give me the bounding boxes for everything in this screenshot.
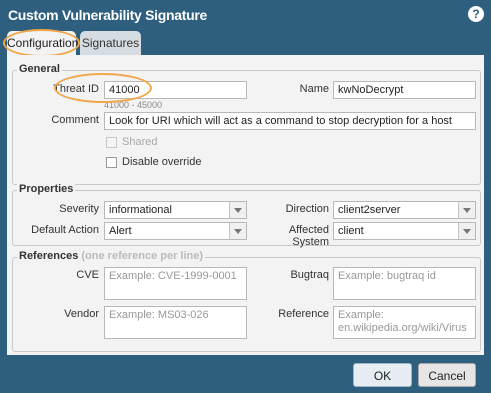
chevron-down-icon[interactable] <box>229 202 246 218</box>
vendor-textarea[interactable]: Example: MS03-026 <box>104 306 247 339</box>
reference-textarea[interactable]: Example: en.wikipedia.org/wiki/Virus <box>333 306 476 339</box>
bugtraq-label: Bugtraq <box>290 269 329 281</box>
severity-label: Severity <box>59 203 99 215</box>
help-icon[interactable]: ? <box>468 6 484 22</box>
comment-input[interactable]: Look for URI which will act as a command… <box>104 112 476 130</box>
affected-system-label: Affected System <box>288 224 329 248</box>
references-title: References (one reference per line) <box>17 250 206 262</box>
general-title: General <box>17 63 62 75</box>
title-bar: Custom Vulnerability Signature ? <box>0 0 491 30</box>
direction-value: client2server <box>338 204 401 216</box>
tab-signatures[interactable]: Signatures <box>80 31 141 55</box>
affected-system-value: client <box>338 225 364 237</box>
default-action-value: Alert <box>109 225 132 237</box>
severity-select[interactable]: informational <box>104 201 247 219</box>
direction-label: Direction <box>285 203 329 215</box>
vendor-label: Vendor <box>64 308 99 320</box>
bugtraq-textarea[interactable]: Example: bugtraq id <box>333 267 476 300</box>
ok-button[interactable]: OK <box>353 363 412 387</box>
default-action-select[interactable]: Alert <box>104 222 247 240</box>
references-hint: (one reference per line) <box>81 250 204 262</box>
reference-label: Reference <box>278 308 329 320</box>
default-action-label: Default Action <box>31 224 99 236</box>
chevron-down-icon[interactable] <box>229 223 246 239</box>
disable-override-checkbox[interactable] <box>106 157 117 168</box>
properties-group: Properties Severity informational Direct… <box>12 183 481 248</box>
severity-value: informational <box>109 204 172 216</box>
name-input[interactable]: kwNoDecrypt <box>333 81 476 99</box>
chevron-down-icon[interactable] <box>458 223 475 239</box>
disable-override-label: Disable override <box>122 156 202 168</box>
affected-system-select[interactable]: client <box>333 222 476 240</box>
custom-vulnerability-signature-dialog: Custom Vulnerability Signature ? Configu… <box>0 0 491 393</box>
tab-highlight-ellipse <box>3 29 80 57</box>
cve-label: CVE <box>76 269 99 281</box>
cve-textarea[interactable]: Example: CVE-1999-0001 <box>104 267 247 300</box>
shared-checkbox[interactable] <box>106 137 117 148</box>
cancel-button[interactable]: Cancel <box>418 363 476 387</box>
dialog-title: Custom Vulnerability Signature <box>8 7 207 23</box>
name-label: Name <box>299 83 329 95</box>
properties-title: Properties <box>17 183 76 195</box>
references-group: References (one reference per line) CVE … <box>12 250 481 352</box>
comment-label: Comment <box>51 114 99 126</box>
direction-select[interactable]: client2server <box>333 201 476 219</box>
references-title-text: References <box>19 250 79 262</box>
chevron-down-icon[interactable] <box>458 202 475 218</box>
shared-label: Shared <box>122 136 158 148</box>
threat-id-highlight-ellipse <box>54 73 152 103</box>
